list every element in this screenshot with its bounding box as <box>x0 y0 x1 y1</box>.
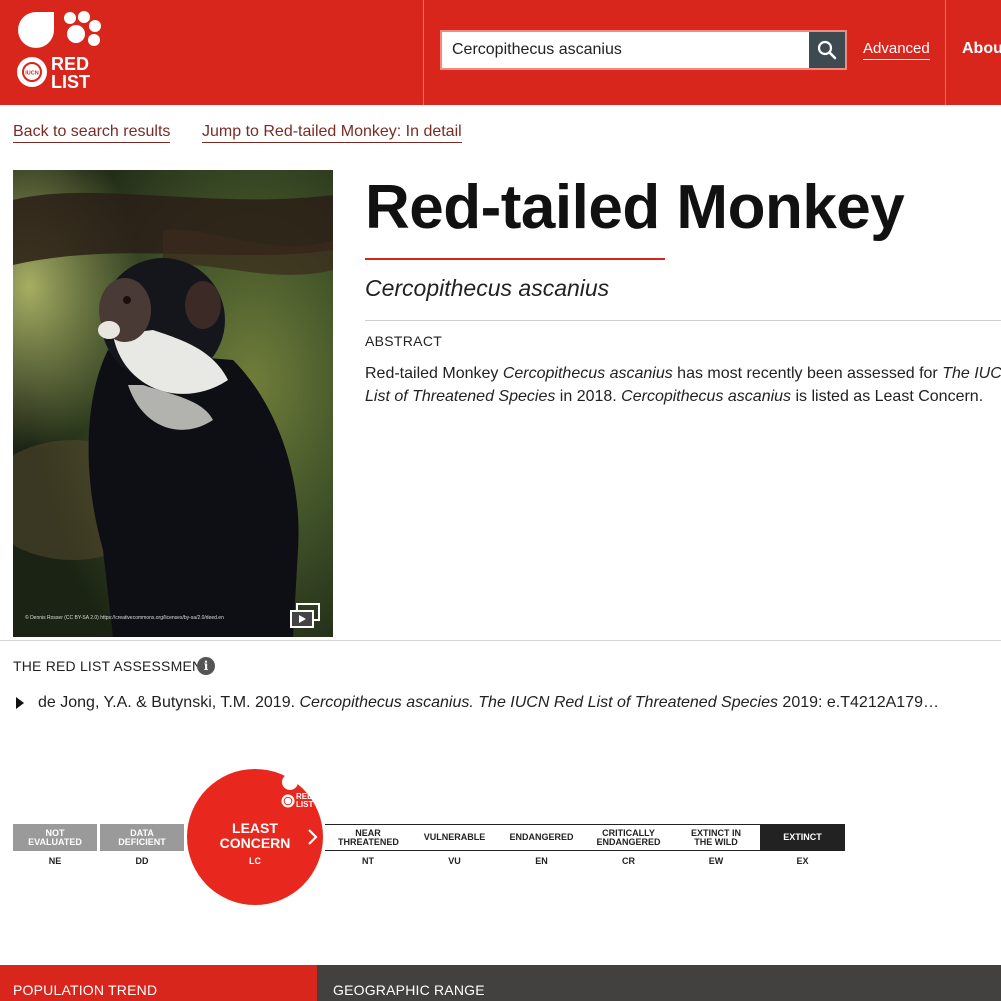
search-icon <box>817 40 837 60</box>
search-button[interactable] <box>809 32 845 68</box>
category-code-vu: VU <box>448 856 461 866</box>
site-header: IUCN RED LIST Advanced About <box>0 0 1001 105</box>
category-code-ne: NE <box>48 856 62 866</box>
category-ne: NOT EVALUATED <box>13 824 97 851</box>
scientific-name: Cercopithecus ascanius <box>365 275 610 301</box>
page-title: Red-tailed Monkey <box>365 173 905 242</box>
category-dd: DATA DEFICIENT <box>100 824 184 851</box>
population-trend-label: POPULATION TREND <box>13 982 158 998</box>
category-code-ew: EW <box>708 856 724 866</box>
category-code-ex: EX <box>796 856 809 866</box>
back-to-search-link[interactable]: Back to search results <box>13 123 171 143</box>
geographic-range-label: GEOGRAPHIC RANGE <box>333 982 485 998</box>
category-ex: EXTINCT <box>760 824 845 851</box>
photo-credit: © Dennis Rosser (CC BY-SA 2.0) https://c… <box>25 615 224 621</box>
about-menu[interactable]: About <box>962 40 1001 58</box>
header-divider <box>423 0 424 105</box>
category-vu: VULNERABLE <box>411 824 498 851</box>
category-code-en: EN <box>535 856 548 866</box>
geographic-range-tab[interactable]: GEOGRAPHIC RANGE <box>317 965 1001 1001</box>
assessment-heading: THE RED LIST ASSESSMENT <box>13 658 212 674</box>
iucn-red-list-logo[interactable]: IUCN RED LIST <box>14 8 110 94</box>
info-icon[interactable]: i <box>197 657 215 675</box>
iucn-logo-text: IUCN <box>25 71 38 77</box>
category-code-cr: CR <box>622 856 635 866</box>
search-bar <box>440 30 847 70</box>
gallery-icon[interactable] <box>289 603 321 629</box>
abstract-heading: ABSTRACT <box>365 333 443 349</box>
category-nt: NEAR THREATENED <box>325 824 411 851</box>
category-cr: CRITICALLY ENDANGERED <box>585 824 672 851</box>
category-code-dd: DD <box>135 856 149 866</box>
section-divider <box>0 640 1001 641</box>
population-trend-tab[interactable]: POPULATION TREND <box>0 965 317 1001</box>
category-ew: EXTINCT IN THE WILD <box>672 824 760 851</box>
logo-text-red: RED <box>51 54 89 74</box>
search-input[interactable] <box>442 32 809 68</box>
category-en: ENDANGERED <box>498 824 585 851</box>
divider <box>365 320 1001 321</box>
expand-caret-icon[interactable] <box>16 697 24 709</box>
chevron-right-icon <box>308 829 318 845</box>
jump-to-detail-link[interactable]: Jump to Red-tailed Monkey: In detail <box>202 123 462 143</box>
category-code-nt: NT <box>362 856 374 866</box>
species-photo[interactable]: © Dennis Rosser (CC BY-SA 2.0) https://c… <box>13 170 333 637</box>
assessment-citation[interactable]: de Jong, Y.A. & Butynski, T.M. 2019. Cer… <box>38 694 978 712</box>
red-list-mini-logo: RED LIST <box>281 772 319 809</box>
logo-text-list: LIST <box>51 72 90 92</box>
lc-label: LEAST CONCERN <box>219 820 291 851</box>
monkey-image <box>13 170 333 637</box>
advanced-search-link[interactable]: Advanced <box>863 40 930 60</box>
title-underline <box>365 258 665 260</box>
current-category-lc: RED LIST LEAST CONCERN LC <box>187 769 323 905</box>
lc-code: LC <box>249 856 261 866</box>
header-divider <box>945 0 946 105</box>
svg-text:LIST: LIST <box>296 800 313 809</box>
abstract-text: Red-tailed Monkey Cercopithecus ascanius… <box>365 365 1001 405</box>
